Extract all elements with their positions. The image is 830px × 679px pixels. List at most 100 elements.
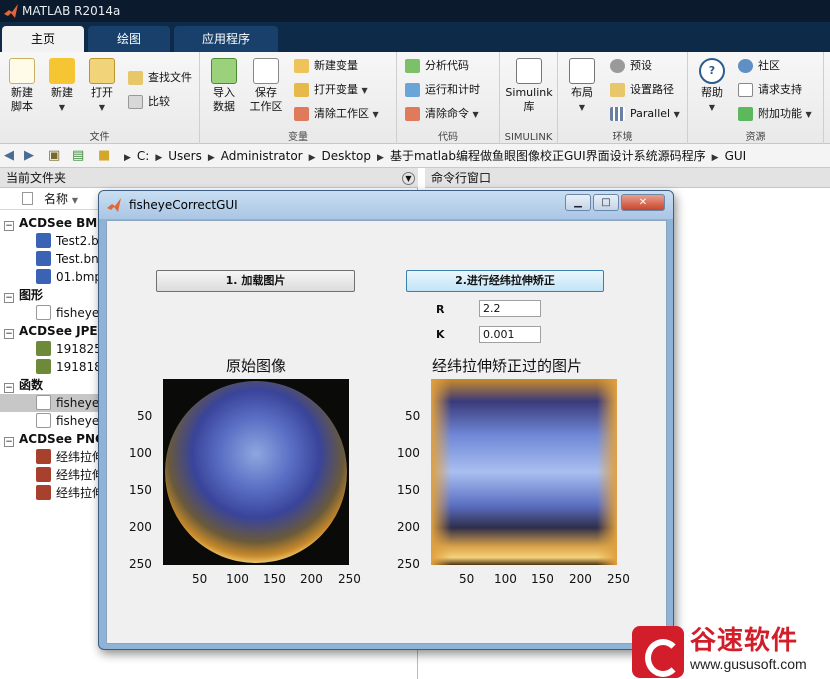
ribbon-tabs: 主页 绘图 应用程序: [0, 22, 830, 52]
file-name: fisheye: [56, 306, 100, 320]
minimize-button[interactable]: ▁: [565, 194, 591, 211]
file-item-selected[interactable]: fisheye: [0, 394, 100, 412]
collapse-icon[interactable]: −: [4, 293, 14, 303]
group-label: ACDSee JPEG: [19, 324, 108, 338]
bmp-file-icon: [36, 269, 51, 284]
up-folder-icon[interactable]: ▣: [48, 144, 60, 168]
set-path-button[interactable]: 设置路径: [610, 80, 674, 100]
breadcrumb-separator-icon: ▶: [207, 153, 215, 163]
tab-plots[interactable]: 绘图: [88, 26, 170, 52]
browse-folder-icon[interactable]: ▤: [72, 144, 84, 168]
layout-button[interactable]: 布局 ▼: [562, 58, 602, 115]
jpeg-file-icon: [36, 341, 51, 356]
import-data-button[interactable]: 导入 数据: [204, 58, 244, 114]
new-button[interactable]: 新建 ▼: [42, 58, 82, 115]
new-variable-icon: [294, 59, 309, 73]
file-item[interactable]: 191818: [36, 358, 102, 376]
new-script-label: 新建 脚本: [11, 86, 33, 113]
back-arrow-icon[interactable]: ◀: [4, 144, 14, 168]
tab-home[interactable]: 主页: [2, 26, 84, 52]
ribbon-group-code: 分析代码 运行和计时 清除命令 ▼ 代码: [397, 52, 500, 144]
file-item[interactable]: Test.bn: [36, 250, 99, 268]
bmp-file-icon: [36, 251, 51, 266]
folder-group[interactable]: − 函数: [4, 376, 43, 394]
close-button[interactable]: ✕: [621, 194, 665, 211]
collapse-icon[interactable]: −: [4, 437, 14, 447]
file-item[interactable]: fisheye: [36, 304, 99, 322]
chevron-down-icon: ▼: [98, 103, 106, 112]
address-bar: ◀ ▶ ▣ ▤ ■ ▶ C: ▶ Users ▶ Administrator ▶ Deskto…: [0, 144, 830, 168]
analyze-code-label: 分析代码: [425, 59, 469, 72]
parallel-button[interactable]: Parallel ▼: [610, 104, 680, 124]
save-workspace-button[interactable]: 保存 工作区: [246, 58, 286, 114]
function-file-icon: [36, 413, 51, 428]
matlab-desktop: MATLAB R2014a 主页 绘图 应用程序 新建 脚本 新建 ▼ 打开 ▼ 查…: [0, 0, 830, 679]
breadcrumb-item[interactable]: GUI: [725, 149, 747, 163]
y-tick: 150: [397, 483, 420, 497]
analyze-code-button[interactable]: 分析代码: [405, 56, 469, 76]
chevron-down-icon: ▼: [673, 110, 680, 119]
breadcrumb-separator-icon: ▶: [377, 153, 384, 163]
file-item[interactable]: 191825: [36, 340, 102, 358]
clear-workspace-button[interactable]: 清除工作区 ▼: [294, 104, 379, 124]
new-script-button[interactable]: 新建 脚本: [2, 58, 42, 114]
collapse-icon[interactable]: −: [4, 221, 14, 231]
load-image-button[interactable]: 1. 加载图片: [156, 270, 355, 292]
jpeg-file-icon: [36, 359, 51, 374]
run-and-time-label: 运行和计时: [425, 83, 480, 96]
png-file-icon: [36, 449, 51, 464]
file-name: 经纬拉伸: [56, 468, 105, 482]
forward-arrow-icon[interactable]: ▶: [24, 144, 34, 168]
correct-button[interactable]: 2.进行经纬拉伸矫正: [406, 270, 604, 292]
file-item[interactable]: 经纬拉伸: [36, 466, 104, 484]
new-variable-button[interactable]: 新建变量: [294, 56, 358, 76]
file-item[interactable]: 经纬拉伸: [36, 484, 104, 502]
simulink-library-button[interactable]: Simulink 库: [504, 58, 554, 114]
file-name: fisheye: [56, 396, 100, 410]
find-files-button[interactable]: 查找文件: [128, 68, 192, 88]
file-item[interactable]: 01.bmp: [36, 268, 102, 286]
open-variable-button[interactable]: 打开变量 ▼: [294, 80, 368, 100]
collapse-icon[interactable]: −: [4, 329, 14, 339]
watermark-text: 谷速软件: [690, 626, 799, 656]
y-tick: 50: [137, 409, 153, 423]
folder-icon: [89, 58, 115, 84]
group-label-environment: 环境: [612, 132, 633, 143]
folder-group[interactable]: − 图形: [4, 286, 43, 304]
add-ons-button[interactable]: 附加功能 ▼: [738, 104, 812, 124]
current-folder-title: 当前文件夹: [6, 171, 67, 185]
preferences-button[interactable]: 预设: [610, 56, 652, 76]
breadcrumb-item[interactable]: Users: [168, 149, 202, 163]
open-button[interactable]: 打开 ▼: [82, 58, 122, 115]
watermark-url: www.gususoft.com: [690, 656, 807, 672]
file-item[interactable]: fisheye: [36, 412, 99, 430]
folder-group[interactable]: − ACDSee PNG: [4, 430, 105, 448]
simulink-icon: [516, 58, 542, 84]
compare-button[interactable]: 比较: [128, 92, 170, 112]
collapse-icon[interactable]: −: [4, 383, 14, 393]
run-and-time-button[interactable]: 运行和计时: [405, 80, 480, 100]
file-item[interactable]: Test2.b: [36, 232, 99, 250]
folder-group[interactable]: − ACDSee JPEG: [4, 322, 107, 340]
folder-group[interactable]: − ACDSee BMP: [4, 214, 106, 232]
matlab-logo-icon: [4, 4, 18, 18]
chevron-down-icon: ▼: [708, 103, 716, 112]
file-item[interactable]: 经纬拉伸: [36, 448, 104, 466]
x-tick: 200: [569, 572, 592, 586]
request-support-button[interactable]: 请求支持: [738, 80, 802, 100]
panel-menu-icon[interactable]: ▼: [402, 172, 415, 185]
maximize-button[interactable]: □: [593, 194, 619, 211]
community-button[interactable]: 社区: [738, 56, 780, 76]
x-tick: 100: [226, 572, 249, 586]
breadcrumb-item[interactable]: Administrator: [221, 149, 303, 163]
breadcrumb-item[interactable]: 基于matlab编程做鱼眼图像校正GUI界面设计系统源码程序: [390, 149, 706, 163]
breadcrumb-item[interactable]: Desktop: [322, 149, 372, 163]
k-input[interactable]: 0.001: [479, 326, 541, 343]
clear-commands-button[interactable]: 清除命令 ▼: [405, 104, 479, 124]
clear-workspace-icon: [294, 107, 309, 121]
breadcrumb-item[interactable]: C:: [137, 149, 149, 163]
help-button[interactable]: ? 帮助 ▼: [692, 58, 732, 115]
y-tick: 100: [129, 446, 152, 460]
tab-apps[interactable]: 应用程序: [174, 26, 278, 52]
r-input[interactable]: 2.2: [479, 300, 541, 317]
